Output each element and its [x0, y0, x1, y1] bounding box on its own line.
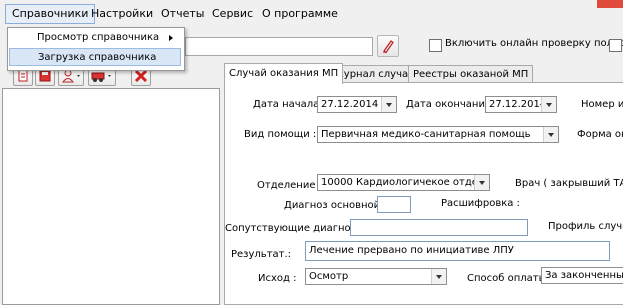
care-form-label: Форма ока — [577, 129, 623, 140]
outcome-label: Исход : — [258, 273, 297, 284]
help-type-value: Первичная медико-санитарная помощь — [321, 129, 531, 140]
outcome-value: Осмотр — [309, 271, 349, 282]
department-value: 10000 Кардиологичекое отделени — [321, 177, 490, 188]
department-select[interactable]: 10000 Кардиологичекое отделени — [317, 174, 490, 191]
menu-settings[interactable]: Настройки — [85, 5, 159, 23]
pick-button[interactable] — [377, 35, 399, 57]
help-type-select[interactable]: Первичная медико-санитарная помощь — [317, 126, 559, 143]
decoding-label: Расшифровка : — [441, 198, 520, 209]
concomitant-diagnoses-input[interactable] — [350, 219, 528, 236]
chevron-down-icon — [474, 175, 489, 190]
records-list-panel[interactable] — [2, 88, 220, 305]
payment-method-value: За законченный сл — [545, 270, 623, 281]
pen-icon — [383, 40, 394, 54]
online-check-checkbox[interactable] — [429, 39, 442, 52]
payment-method-select[interactable]: За законченный сл — [541, 267, 623, 284]
help-type-label: Вид помощи : — [244, 129, 317, 140]
concomitant-diagnoses-label: Сопутствующие диагнозы : — [225, 223, 371, 234]
result-value: Лечение прервано по инициативе ЛПУ — [309, 245, 514, 256]
chevron-down-icon — [431, 269, 446, 284]
menu-reports[interactable]: Отчеты — [155, 5, 210, 23]
tab-care-case[interactable]: Случай оказания МП — [224, 63, 344, 84]
tab-container: Случай оказания МП Журнал случаев Реестр… — [224, 62, 623, 305]
menu-item-load-reference[interactable]: Загрузка справочника — [9, 48, 181, 66]
chevron-down-icon — [541, 97, 556, 112]
menu-bar: Справочники Настройки Отчеты Сервис О пр… — [0, 0, 623, 29]
start-date-picker[interactable]: 27.12.2014 — [317, 96, 397, 113]
end-date-picker[interactable]: 27.12.2014 — [485, 96, 557, 113]
online-check-label: Включить онлайн проверку полисов — [445, 38, 623, 49]
start-date-label: Дата начала: — [253, 99, 323, 110]
result-label: Результат.: — [231, 249, 292, 260]
outcome-select[interactable]: Осмотр — [305, 268, 447, 285]
start-date-value: 27.12.2014 — [321, 99, 379, 110]
care-case-form: Дата начала: 27.12.2014 Дата окончания: … — [224, 82, 623, 305]
menu-item-load-reference-label: Загрузка справочника — [38, 52, 157, 63]
diagnosis-main-label: Диагноз основной : — [284, 200, 387, 211]
chevron-down-icon — [543, 127, 558, 142]
department-label: Отделение : — [257, 180, 323, 191]
payment-method-label: Способ оплаты: — [467, 273, 550, 284]
submenu-arrow-icon — [169, 35, 173, 41]
end-date-label: Дата окончания: — [406, 99, 495, 110]
record-number-label: Номер исто — [581, 99, 623, 110]
close-window-button[interactable] — [597, 0, 623, 8]
result-input[interactable]: Лечение прервано по инициативе ЛПУ — [305, 241, 610, 261]
menu-service[interactable]: Сервис — [206, 5, 259, 23]
chevron-down-icon — [381, 97, 396, 112]
menu-reference-books[interactable]: Справочники — [5, 4, 96, 24]
case-profile-label: Профиль случая: — [548, 221, 623, 232]
end-date-value: 27.12.2014 — [489, 99, 547, 110]
tab-registries[interactable]: Реестры оказаной МП — [408, 65, 534, 83]
doctor-label: Врач ( закрывший ТАП ( — [515, 178, 623, 189]
menu-item-view-reference-label: Просмотр справочника — [37, 32, 160, 43]
extra-checkbox[interactable] — [609, 39, 622, 52]
reference-books-dropdown: Просмотр справочника Загрузка справочник… — [7, 27, 185, 71]
menu-item-view-reference[interactable]: Просмотр справочника — [9, 29, 181, 47]
menu-about[interactable]: О программе — [256, 5, 344, 23]
policy-search-input[interactable] — [185, 37, 373, 56]
diagnosis-main-input[interactable] — [377, 196, 411, 213]
